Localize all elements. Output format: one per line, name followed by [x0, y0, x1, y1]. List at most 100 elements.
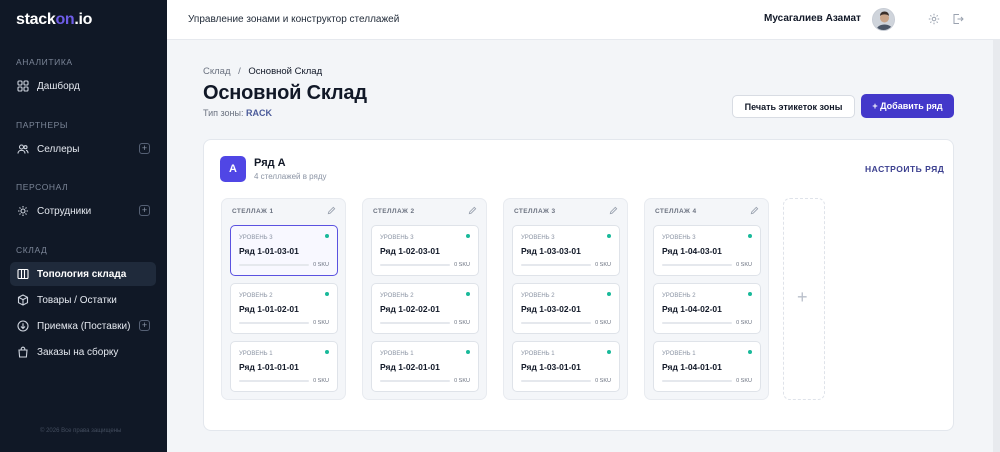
add-employee-button[interactable]: + [139, 205, 150, 216]
status-dot [748, 234, 752, 238]
section-warehouse: СКЛАД [16, 245, 48, 255]
breadcrumb-root[interactable]: Склад [203, 66, 231, 77]
download-circle-icon [17, 320, 29, 332]
status-dot [325, 292, 329, 296]
storage-cell[interactable]: УРОВЕНЬ 2 Ряд 1-03-02-01 0 SKU [512, 283, 620, 334]
fill-bar [521, 322, 591, 324]
fill-bar [521, 264, 591, 266]
status-dot [325, 350, 329, 354]
avatar[interactable] [872, 8, 895, 31]
cell-level: УРОВЕНЬ 2 [239, 293, 273, 299]
storage-cell[interactable]: УРОВЕНЬ 3 Ряд 1-01-03-01 0 SKU [230, 225, 338, 276]
cell-code: Ряд 1-02-03-01 [380, 246, 440, 256]
storage-cell[interactable]: УРОВЕНЬ 2 Ряд 1-02-02-01 0 SKU [371, 283, 479, 334]
logout-icon[interactable] [952, 13, 964, 25]
cell-code: Ряд 1-03-03-01 [521, 246, 581, 256]
storage-cell[interactable]: УРОВЕНЬ 1 Ряд 1-02-01-01 0 SKU [371, 341, 479, 392]
rack-title: СТЕЛЛАЖ 3 [514, 208, 556, 215]
section-analytics: АНАЛИТИКА [16, 57, 73, 67]
cell-code: Ряд 1-02-02-01 [380, 304, 440, 314]
section-staff: ПЕРСОНАЛ [16, 182, 69, 192]
cell-level: УРОВЕНЬ 1 [239, 351, 273, 357]
pencil-icon[interactable] [609, 206, 618, 215]
cell-code: Ряд 1-04-02-01 [662, 304, 722, 314]
copyright: © 2026 Все права защищены [40, 428, 122, 434]
sidebar-item-label: Приемка (Поставки) [37, 320, 131, 332]
fill-bar [380, 264, 450, 266]
add-receiving-button[interactable]: + [139, 320, 150, 331]
sidebar-item-products[interactable]: Товары / Остатки [10, 288, 156, 312]
sidebar-item-label: Заказы на сборку [37, 346, 119, 358]
configure-row-button[interactable]: НАСТРОИТЬ РЯД [865, 164, 944, 174]
section-partners: ПАРТНЕРЫ [16, 120, 69, 130]
status-dot [607, 350, 611, 354]
pencil-icon[interactable] [468, 206, 477, 215]
user-name[interactable]: Мусагалиев Азамат [764, 13, 861, 24]
fill-bar [380, 322, 450, 324]
sidebar-item-dashboard[interactable]: Дашборд [10, 74, 156, 98]
breadcrumb-current: Основной Склад [248, 66, 323, 77]
fill-bar [662, 322, 732, 324]
add-row-button[interactable]: + Добавить ряд [861, 94, 954, 118]
grid-icon [17, 80, 29, 92]
add-seller-button[interactable]: + [139, 143, 150, 154]
storage-cell[interactable]: УРОВЕНЬ 1 Ряд 1-04-01-01 0 SKU [653, 341, 761, 392]
cell-code: Ряд 1-03-02-01 [521, 304, 581, 314]
sidebar-item-employees[interactable]: Сотрудники + [10, 199, 156, 223]
box-icon [17, 294, 29, 306]
storage-cell[interactable]: УРОВЕНЬ 2 Ряд 1-04-02-01 0 SKU [653, 283, 761, 334]
fill-bar [662, 380, 732, 382]
settings-icon[interactable] [928, 13, 940, 25]
pencil-icon[interactable] [750, 206, 759, 215]
status-dot [748, 292, 752, 296]
status-dot [325, 234, 329, 238]
cell-code: Ряд 1-01-03-01 [239, 246, 299, 256]
cell-code: Ряд 1-02-01-01 [380, 362, 440, 372]
sku-count: 0 SKU [454, 320, 470, 326]
sku-count: 0 SKU [595, 320, 611, 326]
storage-cell[interactable]: УРОВЕНЬ 3 Ряд 1-03-03-01 0 SKU [512, 225, 620, 276]
plus-icon: + [797, 287, 808, 307]
sidebar-item-sellers[interactable]: Селлеры + [10, 137, 156, 161]
sku-count: 0 SKU [595, 262, 611, 268]
sidebar: stackon.io АНАЛИТИКА Дашборд ПАРТНЕРЫ Се… [0, 0, 167, 452]
storage-cell[interactable]: УРОВЕНЬ 1 Ряд 1-03-01-01 0 SKU [512, 341, 620, 392]
storage-cell[interactable]: УРОВЕНЬ 3 Ряд 1-04-03-01 0 SKU [653, 225, 761, 276]
status-dot [466, 292, 470, 296]
sidebar-item-topology[interactable]: Топология склада [10, 262, 156, 286]
rack-title: СТЕЛЛАЖ 2 [373, 208, 415, 215]
cell-code: Ряд 1-04-03-01 [662, 246, 722, 256]
avatar-image [873, 9, 894, 30]
sidebar-item-orders[interactable]: Заказы на сборку [10, 340, 156, 364]
breadcrumb: Склад / Основной Склад [203, 66, 322, 77]
sku-count: 0 SKU [736, 320, 752, 326]
sidebar-item-label: Дашборд [37, 80, 80, 92]
pencil-icon[interactable] [327, 206, 336, 215]
storage-cell[interactable]: УРОВЕНЬ 1 Ряд 1-01-01-01 0 SKU [230, 341, 338, 392]
sku-count: 0 SKU [736, 262, 752, 268]
fill-bar [662, 264, 732, 266]
storage-cell[interactable]: УРОВЕНЬ 2 Ряд 1-01-02-01 0 SKU [230, 283, 338, 334]
scrollbar[interactable] [993, 40, 1000, 452]
fill-bar [239, 380, 309, 382]
fill-bar [521, 380, 591, 382]
add-rack-button[interactable]: + [783, 198, 825, 400]
sidebar-item-label: Селлеры [37, 143, 80, 155]
sidebar-item-receiving[interactable]: Приемка (Поставки) + [10, 314, 156, 338]
row-card: A Ряд A 4 стеллажей в ряду НАСТРОИТЬ РЯД… [203, 139, 954, 431]
cell-code: Ряд 1-04-01-01 [662, 362, 722, 372]
row-badge: A [220, 156, 246, 182]
rack-title: СТЕЛЛАЖ 4 [655, 208, 697, 215]
storage-cell[interactable]: УРОВЕНЬ 3 Ряд 1-02-03-01 0 SKU [371, 225, 479, 276]
status-dot [466, 350, 470, 354]
sku-count: 0 SKU [313, 320, 329, 326]
print-labels-button[interactable]: Печать этикеток зоны [732, 95, 855, 118]
cell-code: Ряд 1-01-02-01 [239, 304, 299, 314]
status-dot [748, 350, 752, 354]
sku-count: 0 SKU [595, 378, 611, 384]
rack-title: СТЕЛЛАЖ 1 [232, 208, 274, 215]
zone-type-label: Тип зоны: [203, 108, 244, 118]
breadcrumb-separator: / [238, 66, 241, 77]
sku-count: 0 SKU [313, 262, 329, 268]
brand-logo[interactable]: stackon.io [16, 11, 92, 29]
